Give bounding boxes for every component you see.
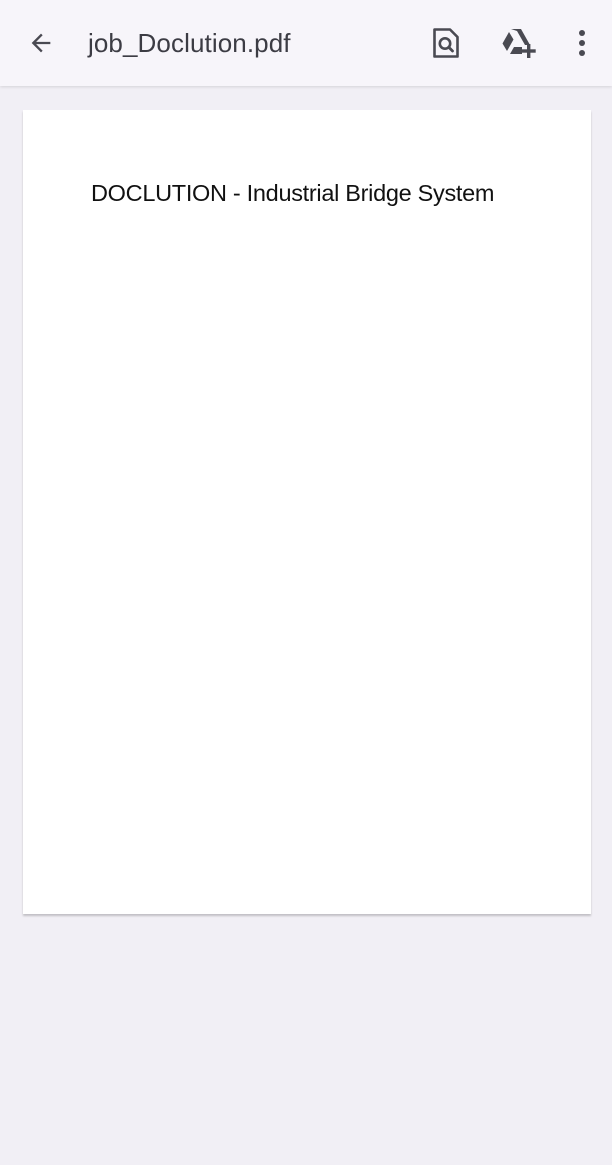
pdf-page: DOCLUTION - Industrial Bridge System — [23, 110, 591, 914]
add-to-drive-button[interactable] — [496, 21, 540, 65]
more-options-button[interactable] — [560, 21, 604, 65]
pdf-viewer-app: job_Doclution.pdf DOCLUTION - Industrial… — [0, 0, 612, 1165]
find-in-document-button[interactable] — [424, 21, 468, 65]
document-viewer[interactable]: DOCLUTION - Industrial Bridge System — [0, 86, 612, 1165]
arrow-back-icon — [27, 29, 55, 57]
add-to-drive-icon — [500, 27, 536, 59]
top-app-bar: job_Doclution.pdf — [0, 0, 612, 86]
document-title: job_Doclution.pdf — [88, 28, 291, 58]
back-button[interactable] — [19, 21, 63, 65]
find-in-page-icon — [431, 26, 461, 60]
more-vert-icon — [578, 29, 586, 57]
page-heading: DOCLUTION - Industrial Bridge System — [91, 180, 495, 206]
